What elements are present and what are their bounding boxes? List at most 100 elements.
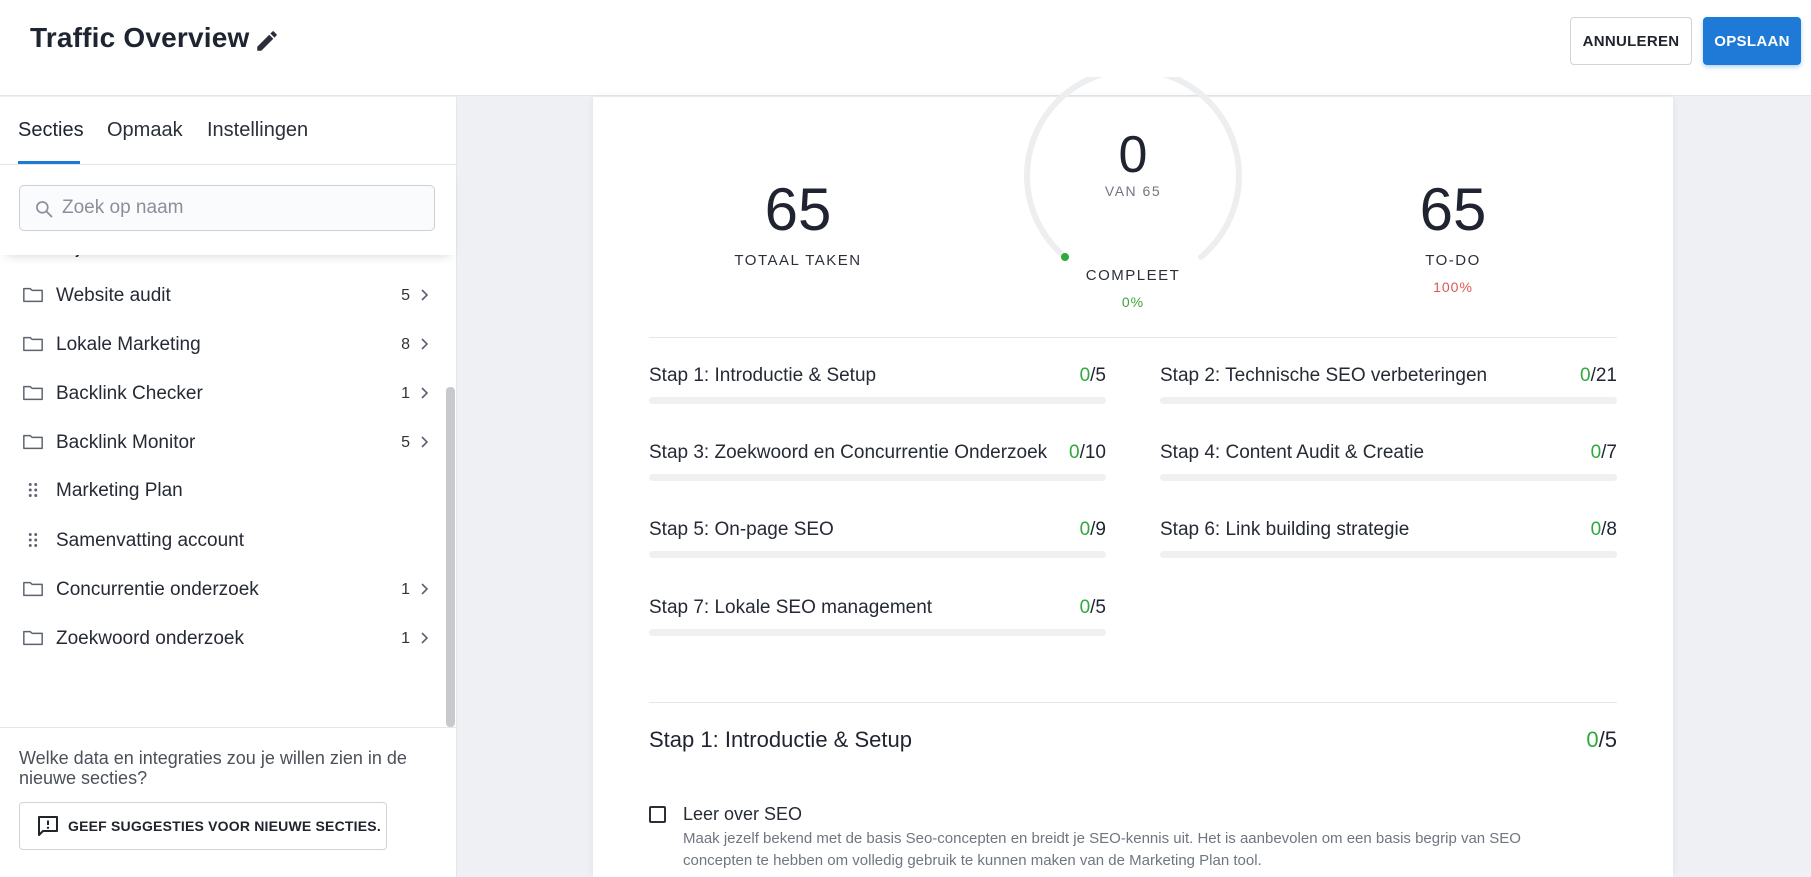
chevron-right-icon	[421, 387, 429, 399]
step-done: 0	[1069, 442, 1080, 463]
folder-icon	[23, 287, 43, 303]
step-card[interactable]: Stap 6: Link building strategie 0/8	[1160, 519, 1617, 579]
sidebar-item-label: Zoekwoord onderzoek	[56, 628, 244, 649]
step-count: 0/8	[1591, 519, 1617, 541]
top-bar: Traffic Overview ANNULEREN OPSLAAN	[0, 0, 1811, 96]
cancel-button[interactable]: ANNULEREN	[1570, 17, 1692, 65]
step-count: 0/7	[1591, 442, 1617, 464]
stat-complete-footer: COMPLEET 0%	[1023, 259, 1243, 310]
sidebar-item-backlink-checker[interactable]: Backlink Checker 1	[0, 373, 446, 417]
step-done: 0	[1590, 442, 1602, 463]
section-total: /5	[1598, 727, 1617, 752]
sidebar-item-website-audit[interactable]: Website audit 5	[0, 275, 446, 319]
drag-handle-icon[interactable]	[22, 480, 44, 500]
search-icon	[36, 201, 53, 218]
chevron-right-icon	[421, 289, 429, 301]
page-title: Traffic Overview	[30, 22, 250, 53]
step-card[interactable]: Stap 7: Lokale SEO management 0/5	[649, 597, 1106, 657]
step-total: /5	[1090, 365, 1106, 386]
stat-total: 65 TOTAAL TAKEN	[708, 175, 888, 269]
steps-divider	[649, 702, 1617, 703]
step-count: 0/5	[1080, 597, 1106, 619]
step-count: 0/9	[1080, 519, 1106, 541]
step-total: /9	[1090, 519, 1106, 540]
step-progress-bar	[649, 551, 1106, 558]
todo-label: TO-DO	[1425, 252, 1481, 269]
step-label: Stap 1: Introductie & Setup	[649, 365, 877, 386]
step-card[interactable]: Stap 1: Introductie & Setup 0/5	[649, 365, 1106, 425]
step-label: Stap 5: On-page SEO	[649, 519, 834, 540]
item-count: 1	[401, 630, 410, 647]
sidebar-scrollbar[interactable]	[446, 387, 455, 727]
todo-percent: 100%	[1433, 279, 1473, 295]
step-card[interactable]: Stap 3: Zoekwoord en Concurrentie Onderz…	[649, 442, 1106, 502]
folder-icon	[23, 434, 43, 450]
chevron-right-icon	[421, 338, 429, 350]
sidebar-item-samenvatting-account[interactable]: Samenvatting account	[0, 520, 446, 564]
tab-opmaak[interactable]: Opmaak	[107, 119, 183, 142]
sidebar-item-zoekwoord-onderzoek[interactable]: Zoekwoord onderzoek 1	[0, 618, 446, 662]
step-card[interactable]: Stap 4: Content Audit & Creatie 0/7	[1160, 442, 1617, 502]
todo-value: 65	[1419, 176, 1487, 243]
item-count: 8	[401, 336, 410, 353]
step-progress-bar	[649, 629, 1106, 636]
item-count: 5	[401, 287, 410, 304]
step-progress-bar	[649, 397, 1106, 404]
complete-of-label: VAN 65	[1104, 183, 1162, 199]
step-done: 0	[1079, 365, 1091, 386]
sidebar-item-label: Backlink Checker	[56, 383, 203, 404]
complete-percent: 0%	[1121, 294, 1145, 310]
task-description: Maak jezelf bekend met de basis Seo-conc…	[683, 830, 1521, 869]
step-count: 0/21	[1580, 365, 1617, 387]
stat-todo: 65 TO-DO 100%	[1363, 175, 1543, 295]
item-count: 5	[401, 434, 410, 451]
suggestion-panel: Welke data en integraties zou je willen …	[0, 727, 456, 877]
chevron-right-icon	[421, 583, 429, 595]
tab-secties[interactable]: Secties	[18, 119, 84, 142]
suggest-sections-button[interactable]: GEEF SUGGESTIES VOOR NIEUWE SECTIES.	[19, 802, 387, 850]
total-tasks-label: TOTAAL TAKEN	[734, 252, 862, 269]
step-card[interactable]: Stap 5: On-page SEO 0/9	[649, 519, 1106, 579]
section-title: Stap 1: Introductie & Setup	[649, 727, 912, 752]
folder-icon	[23, 385, 43, 401]
sidebar-item-lokale-marketing[interactable]: Lokale Marketing 8	[0, 324, 446, 368]
step-total: /5	[1090, 597, 1106, 618]
step-total: /8	[1601, 519, 1617, 540]
section-header: Stap 1: Introductie & Setup 0/5	[649, 727, 1617, 753]
folder-icon	[23, 581, 43, 597]
tab-instellingen[interactable]: Instellingen	[207, 119, 308, 142]
sidebar-item-label: Marketing Plan	[56, 480, 183, 501]
step-card[interactable]: Stap 2: Technische SEO verbeteringen 0/2…	[1160, 365, 1617, 425]
step-count: 0/10	[1069, 442, 1106, 464]
feedback-icon	[38, 816, 58, 836]
sidebar-item-concurrentie-onderzoek[interactable]: Concurrentie onderzoek 1	[0, 569, 446, 613]
search-input[interactable]	[62, 186, 422, 229]
task-title: Leer over SEO	[683, 804, 803, 824]
search-area	[0, 165, 456, 255]
step-total: /21	[1590, 365, 1617, 386]
folder-icon	[23, 336, 43, 352]
step-done: 0	[1079, 597, 1091, 618]
active-tab-indicator	[18, 161, 80, 164]
item-count: 1	[401, 581, 410, 598]
step-progress-bar	[1160, 397, 1617, 404]
sidebar-item-label: Samenvatting account	[56, 530, 245, 551]
complete-value: 0	[1118, 126, 1148, 184]
save-button[interactable]: OPSLAAN	[1703, 17, 1801, 65]
suggestion-prompt: Welke data en integraties zou je willen …	[19, 748, 407, 788]
folder-icon	[23, 630, 43, 646]
search-field[interactable]	[19, 185, 435, 231]
sidebar-item-label: Backlink Monitor	[56, 432, 196, 453]
sidebar-item-label: Lokale Marketing	[56, 334, 201, 355]
step-done: 0	[1580, 365, 1591, 386]
step-total: /10	[1079, 442, 1106, 463]
stat-complete: 0 VAN 65	[1023, 125, 1243, 199]
chevron-right-icon	[421, 632, 429, 644]
pencil-icon[interactable]	[254, 28, 280, 54]
task-checkbox[interactable]	[649, 806, 666, 823]
sidebar-item-backlink-monitor[interactable]: Backlink Monitor 5	[0, 422, 446, 466]
sidebar-item-marketing-plan[interactable]: Marketing Plan	[0, 470, 446, 514]
step-done: 0	[1590, 519, 1602, 540]
drag-handle-icon[interactable]	[22, 530, 44, 550]
stats-divider	[649, 337, 1617, 338]
